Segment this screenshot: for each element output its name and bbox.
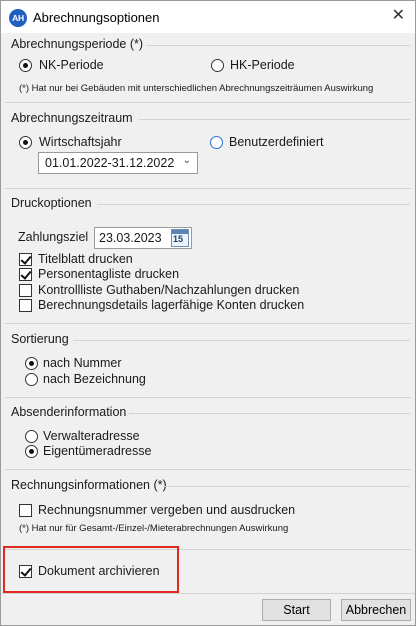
range-group-label: Abrechnungszeitraum — [11, 111, 133, 125]
range-divider — [139, 119, 410, 120]
period-group-label: Abrechnungsperiode (*) — [11, 37, 144, 51]
radio-nach-nummer-label: nach Nummer — [43, 356, 122, 370]
print-divider — [97, 204, 410, 205]
range-bottom-divider — [5, 188, 411, 189]
sender-divider — [129, 413, 410, 414]
radio-benutzerdefiniert[interactable] — [210, 136, 223, 149]
check-dokument-archivieren-label: Dokument archivieren — [38, 564, 160, 578]
radio-hk-periode[interactable] — [211, 59, 224, 72]
window-title: Abrechnungsoptionen — [33, 10, 160, 25]
period-range-value: 01.01.2022-31.12.2022 — [45, 156, 175, 170]
radio-nk-periode[interactable] — [19, 59, 32, 72]
chevron-down-icon: ⌄ — [182, 155, 191, 166]
radio-nach-nummer[interactable] — [25, 357, 38, 370]
radio-nach-bezeichnung-label: nach Bezeichnung — [43, 372, 146, 386]
check-dokument-archivieren[interactable] — [19, 565, 32, 578]
app-logo-icon: AH — [9, 9, 27, 27]
radio-wirtschaftsjahr[interactable] — [19, 136, 32, 149]
invoice-divider — [165, 486, 410, 487]
radio-hk-periode-label: HK-Periode — [230, 58, 295, 72]
title-bar: AH Abrechnungsoptionen ✕ — [1, 1, 415, 33]
invoice-group-label: Rechnungsinformationen (*) — [11, 478, 167, 492]
period-note: (*) Hat nur bei Gebäuden mit unterschied… — [19, 83, 374, 94]
sender-bottom-divider — [5, 469, 411, 470]
radio-eigentuemeradresse[interactable] — [25, 445, 38, 458]
radio-verwalteradresse-label: Verwalteradresse — [43, 429, 140, 443]
check-kontrollliste-label: Kontrollliste Guthaben/Nachzahlungen dru… — [38, 283, 300, 297]
calendar-day-number: 15 — [173, 234, 184, 244]
period-range-select[interactable]: 01.01.2022-31.12.2022 ⌄ — [38, 152, 198, 174]
check-personentagliste[interactable] — [19, 268, 32, 281]
sort-bottom-divider — [5, 397, 411, 398]
check-berechnungsdetails[interactable] — [19, 299, 32, 312]
radio-benutzerdefiniert-label: Benutzerdefiniert — [229, 135, 324, 149]
check-personentagliste-label: Personentagliste drucken — [38, 267, 180, 281]
check-rechnungsnummer-label: Rechnungsnummer vergeben und ausdrucken — [38, 503, 296, 517]
radio-wirtschaftsjahr-label: Wirtschaftsjahr — [39, 135, 122, 149]
start-button[interactable]: Start — [262, 599, 331, 621]
check-titelblatt[interactable] — [19, 253, 32, 266]
print-group-label: Druckoptionen — [11, 196, 92, 210]
sort-divider — [73, 340, 410, 341]
sort-group-label: Sortierung — [11, 332, 69, 346]
check-rechnungsnummer[interactable] — [19, 504, 32, 517]
period-bottom-divider — [5, 102, 411, 103]
print-bottom-divider — [5, 323, 411, 324]
footer-divider — [1, 593, 415, 594]
radio-nk-periode-label: NK-Periode — [39, 58, 104, 72]
due-date-value: 23.03.2023 — [99, 231, 162, 245]
check-titelblatt-label: Titelblatt drucken — [38, 252, 133, 266]
check-kontrollliste[interactable] — [19, 284, 32, 297]
period-divider — [146, 45, 410, 46]
radio-nach-bezeichnung[interactable] — [25, 373, 38, 386]
check-berechnungsdetails-label: Berechnungsdetails lagerfähige Konten dr… — [38, 298, 305, 312]
radio-eigentuemeradresse-label: Eigentümeradresse — [43, 444, 152, 458]
cancel-button[interactable]: Abbrechen — [341, 599, 411, 621]
calendar-icon[interactable]: 15 — [171, 229, 189, 247]
radio-verwalteradresse[interactable] — [25, 430, 38, 443]
due-date-label: Zahlungsziel — [18, 230, 89, 244]
invoice-note: (*) Hat nur für Gesamt-/Einzel-/Mieterab… — [19, 523, 289, 534]
sender-group-label: Absenderinformation — [11, 405, 127, 419]
close-icon[interactable]: ✕ — [392, 7, 405, 25]
dialog-window: AH Abrechnungsoptionen ✕ Abrechnungsperi… — [0, 0, 416, 626]
